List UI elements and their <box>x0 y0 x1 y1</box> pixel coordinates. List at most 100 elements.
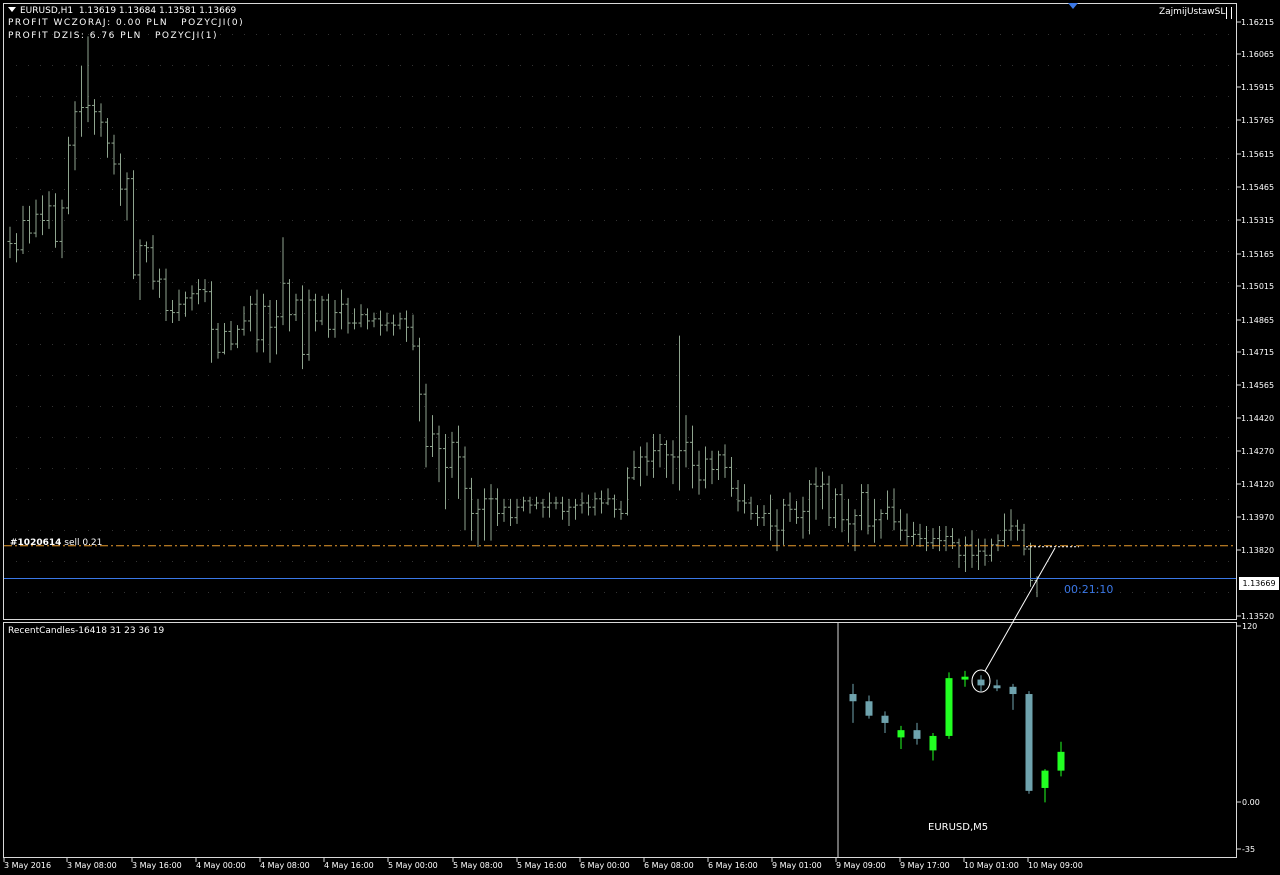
price-chart-canvas[interactable] <box>4 4 1236 619</box>
order-line-label[interactable]: #1020614 sell 0.21 <box>10 538 102 548</box>
ohlc-bar <box>976 538 981 570</box>
ohlc-bar <box>683 415 689 468</box>
ohlc-bar <box>456 425 461 499</box>
ohlc-bar <box>989 538 994 562</box>
ohlc-bar <box>404 310 409 342</box>
candle <box>977 675 985 692</box>
expert-status-icon[interactable] <box>1226 7 1232 19</box>
time-tick-label: 9 May 17:00 <box>900 861 950 870</box>
ohlc-bar <box>384 312 390 332</box>
ohlc-bar <box>924 526 929 552</box>
ohlc-bar <box>332 300 338 338</box>
time-tick-label: 5 May 08:00 <box>453 861 503 870</box>
time-tick-label: 10 May 01:00 <box>964 861 1019 870</box>
ohlc-bar <box>657 433 663 468</box>
ohlc-bar <box>566 498 572 527</box>
subwindow-symbol-label: EURUSD,M5 <box>928 822 988 833</box>
ohlc-bar <box>794 500 799 524</box>
ohlc-bar <box>644 442 650 476</box>
ohlc-bar <box>579 492 585 514</box>
ohlc-bar <box>20 205 26 254</box>
price-tick-label: 1.16215 <box>1241 18 1274 27</box>
ohlc-bar <box>885 490 890 520</box>
ohlc-bar <box>449 431 455 478</box>
time-tick-label: 3 May 16:00 <box>132 861 182 870</box>
ohlc-bar <box>248 295 253 332</box>
ohlc-bar <box>774 509 780 552</box>
ohlc-bar <box>27 205 32 244</box>
ohlc-bar <box>514 498 520 524</box>
recent-candles-canvas[interactable]: EURUSD,M5 <box>4 623 1236 857</box>
time-tick-label: 6 May 16:00 <box>708 861 758 870</box>
ohlc-bar <box>274 300 279 355</box>
candle <box>1057 741 1065 777</box>
candle <box>849 683 857 723</box>
ohlc-bar <box>254 289 260 353</box>
ohlc-bar <box>1028 542 1033 587</box>
ohlc-bar <box>339 289 344 330</box>
ohlc-bar <box>963 536 968 573</box>
ohlc-bar <box>345 297 351 334</box>
ohlc-bar <box>59 199 65 259</box>
time-tick-label: 4 May 08:00 <box>260 861 310 870</box>
profit-yesterday-text: PROFIT WCZORAJ: 0.00 PLN POZYCJI(0) <box>8 18 245 28</box>
ohlc-bar <box>209 281 214 363</box>
ohlc-bar <box>124 172 130 221</box>
ohlc-bar <box>397 312 403 330</box>
ohlc-bar <box>358 304 364 328</box>
ohlc-bar <box>46 191 52 229</box>
ohlc-bar <box>612 494 617 518</box>
grid-dots <box>16 34 1229 593</box>
ohlc-bar <box>690 425 695 489</box>
ohlc-bar <box>495 488 500 527</box>
ohlc-bar <box>170 300 175 324</box>
ohlc-bar <box>943 526 949 552</box>
ohlc-bar <box>40 195 45 236</box>
ohlc-bar <box>631 450 637 480</box>
ohlc-bar <box>235 325 240 349</box>
ohlc-bar <box>313 293 318 332</box>
ohlc-bar <box>365 308 370 330</box>
candle <box>1009 683 1017 710</box>
ohlc-bar <box>1021 523 1027 556</box>
ohlc-bar <box>183 291 188 317</box>
ohlc-bar <box>703 446 708 489</box>
time-tick-label: 4 May 16:00 <box>324 861 374 870</box>
ohlc-bar <box>469 477 474 541</box>
time-tick-label: 3 May 08:00 <box>67 861 117 870</box>
price-tick-label: 1.14420 <box>1241 414 1274 423</box>
ohlc-bar <box>573 498 578 520</box>
ohlc-bar <box>352 308 357 330</box>
ohlc-bar <box>586 494 591 516</box>
price-tick-label: 1.15015 <box>1241 282 1274 291</box>
expert-advisor-label[interactable]: ZajmijUstawSL <box>1159 7 1225 17</box>
ohlc-bar <box>98 103 104 137</box>
ohlc-bar <box>1015 519 1020 541</box>
candle <box>913 722 921 745</box>
ohlc-bar <box>638 446 643 487</box>
ohlc-bar <box>605 488 611 506</box>
ohlc-bar <box>371 312 377 328</box>
ohlc-bar <box>462 446 468 531</box>
ohlc-bar <box>7 226 13 259</box>
candle <box>993 679 1001 692</box>
candle <box>897 725 905 749</box>
price-bars <box>7 36 1040 598</box>
candle <box>1041 769 1049 803</box>
ohlc-bar <box>956 538 962 568</box>
ohlc-bar <box>729 456 734 497</box>
ohlc-bar <box>670 440 676 485</box>
ohlc-bar <box>501 498 507 522</box>
indicator-subwindow[interactable]: EURUSD,M5 <box>3 622 1237 858</box>
ohlc-bar <box>547 492 552 518</box>
ohlc-bar <box>898 509 903 541</box>
trading-terminal-chart-window: EURUSD,M5 1.16215 1.16065 1.15915 1.15765 1.… <box>0 0 1280 875</box>
ohlc-bar <box>280 237 286 326</box>
ohlc-bar <box>748 496 754 520</box>
ohlc-bar <box>865 484 871 535</box>
main-chart-panel[interactable] <box>3 3 1237 620</box>
order-details: sell 0.21 <box>61 538 103 548</box>
price-tick-label: 1.15315 <box>1241 216 1274 225</box>
ohlc-bar <box>911 521 916 545</box>
ohlc-bar <box>560 496 565 520</box>
